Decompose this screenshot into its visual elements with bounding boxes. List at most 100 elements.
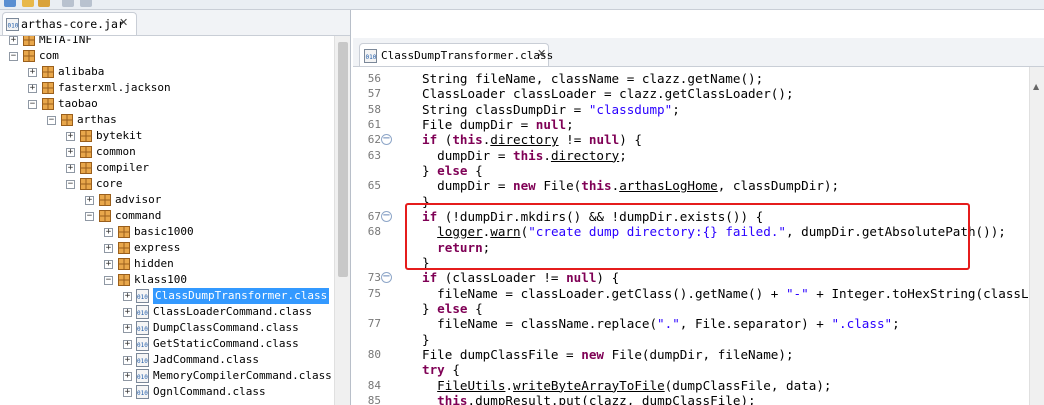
- class-file-icon: 010: [136, 305, 149, 319]
- forward-arrow-icon[interactable]: [80, 0, 92, 7]
- toolbar: [0, 0, 1044, 10]
- collapse-toggle-icon[interactable]: −: [66, 180, 75, 189]
- editor-scrollbar[interactable]: ▲: [1029, 67, 1044, 405]
- tree-class-item[interactable]: +010 JadCommand.class: [0, 352, 333, 368]
- tree-package-item[interactable]: + advisor: [0, 192, 333, 208]
- tree-item-label: META-INF: [39, 36, 92, 46]
- jar-file-icon: 010: [6, 18, 19, 31]
- tab-classdumptransformer[interactable]: 010 ClassDumpTransformer.class ✕: [359, 43, 553, 66]
- collapse-toggle-icon[interactable]: −: [28, 100, 37, 109]
- package-icon: [23, 50, 35, 62]
- tree-item-label: GetStaticCommand.class: [153, 337, 299, 350]
- package-icon: [99, 210, 111, 222]
- tree-item-label: command: [115, 209, 162, 222]
- class-file-icon: 010: [136, 385, 149, 399]
- back-arrow-icon[interactable]: [62, 0, 74, 7]
- tree-item-label: common: [96, 145, 136, 158]
- fold-toggle-icon[interactable]: −: [381, 272, 392, 284]
- left-tab-bar: 010 arthas-core.jar ✕: [0, 10, 350, 36]
- expand-toggle-icon[interactable]: +: [123, 388, 132, 397]
- expand-toggle-icon[interactable]: +: [66, 132, 75, 141]
- package-icon: [118, 226, 130, 238]
- tree-package-item[interactable]: − klass100: [0, 272, 333, 288]
- tree-class-item[interactable]: +010 GetStaticCommand.class: [0, 336, 333, 352]
- scroll-up-arrow-icon[interactable]: ▲: [1033, 82, 1039, 91]
- tree-item-label: MemoryCompilerCommand.class: [153, 369, 332, 382]
- expand-toggle-icon[interactable]: +: [66, 148, 75, 157]
- tree-package-item[interactable]: − taobao: [0, 96, 333, 112]
- close-editor-tab-icon[interactable]: ✕: [537, 47, 546, 60]
- code-line: File dumpClassFile = new File(dumpDir, f…: [422, 346, 794, 362]
- tree-class-item[interactable]: +010 ClassDumpTransformer.class: [0, 288, 333, 304]
- editor-tab-bar: 010 ClassDumpTransformer.class ✕: [353, 38, 1044, 67]
- expand-toggle-icon[interactable]: +: [28, 68, 37, 77]
- tree-item-label: fasterxml.jackson: [58, 81, 171, 94]
- svg-text:010: 010: [137, 294, 148, 301]
- open-folder-icon[interactable]: [22, 0, 34, 7]
- tree-package-item[interactable]: + express: [0, 240, 333, 256]
- tree-package-item[interactable]: + alibaba: [0, 64, 333, 80]
- tree-class-item[interactable]: +010 DumpClassCommand.class: [0, 320, 333, 336]
- new-icon[interactable]: [4, 0, 16, 7]
- class-file-icon: 010: [136, 353, 149, 367]
- tree-package-item[interactable]: − core: [0, 176, 333, 192]
- collapse-toggle-icon[interactable]: −: [85, 212, 94, 221]
- tree-item-label: taobao: [58, 97, 98, 110]
- expand-toggle-icon[interactable]: +: [123, 292, 132, 301]
- tree-package-item[interactable]: − arthas: [0, 112, 333, 128]
- svg-text:010: 010: [137, 310, 148, 317]
- close-tab-icon[interactable]: ✕: [119, 16, 128, 29]
- fold-toggle-icon[interactable]: −: [381, 210, 392, 222]
- tree-package-item[interactable]: + META-INF: [0, 36, 333, 48]
- package-icon: [99, 194, 111, 206]
- wand-icon[interactable]: [38, 0, 50, 7]
- expand-toggle-icon[interactable]: +: [28, 84, 37, 93]
- tree-package-item[interactable]: + hidden: [0, 256, 333, 272]
- code-line: dumpDir = new File(this.arthasLogHome, c…: [422, 178, 840, 194]
- tab-arthas-core-jar[interactable]: 010 arthas-core.jar ✕: [2, 12, 137, 35]
- expand-toggle-icon[interactable]: +: [123, 372, 132, 381]
- package-icon: [118, 258, 130, 270]
- tree-class-item[interactable]: +010 ClassLoaderCommand.class: [0, 304, 333, 320]
- package-icon: [80, 162, 92, 174]
- tree-class-item[interactable]: +010 MemoryCompilerCommand.class: [0, 368, 333, 384]
- code-line: fileName = className.replace(".", File.s…: [422, 316, 900, 332]
- package-icon: [42, 98, 54, 110]
- tree-item-label: express: [134, 241, 181, 254]
- tree-package-item[interactable]: + bytekit: [0, 128, 333, 144]
- expand-toggle-icon[interactable]: +: [104, 228, 113, 237]
- collapse-toggle-icon[interactable]: −: [9, 52, 18, 61]
- package-icon: [80, 178, 92, 190]
- tree-item-label: core: [96, 177, 123, 190]
- expand-toggle-icon[interactable]: +: [9, 36, 18, 45]
- svg-text:010: 010: [137, 342, 148, 349]
- tab-label: arthas-core.jar: [21, 17, 125, 31]
- expand-toggle-icon[interactable]: +: [123, 340, 132, 349]
- tree-package-item[interactable]: + compiler: [0, 160, 333, 176]
- tree-scrollbar[interactable]: [334, 36, 350, 405]
- class-file-icon: 010: [364, 49, 377, 63]
- package-icon: [42, 82, 54, 94]
- expand-toggle-icon[interactable]: +: [123, 308, 132, 317]
- tree-package-item[interactable]: + fasterxml.jackson: [0, 80, 333, 96]
- expand-toggle-icon[interactable]: +: [123, 356, 132, 365]
- expand-toggle-icon[interactable]: +: [66, 164, 75, 173]
- expand-toggle-icon[interactable]: +: [104, 244, 113, 253]
- collapse-toggle-icon[interactable]: −: [47, 116, 56, 125]
- expand-toggle-icon[interactable]: +: [123, 324, 132, 333]
- tree-scrollbar-thumb[interactable]: [338, 42, 348, 277]
- package-icon: [118, 274, 130, 286]
- svg-text:010: 010: [137, 358, 148, 365]
- expand-toggle-icon[interactable]: +: [104, 260, 113, 269]
- expand-toggle-icon[interactable]: +: [85, 196, 94, 205]
- collapse-toggle-icon[interactable]: −: [104, 276, 113, 285]
- package-icon: [42, 66, 54, 78]
- tree-package-item[interactable]: + basic1000: [0, 224, 333, 240]
- tree-class-item[interactable]: +010 OgnlCommand.class: [0, 384, 333, 400]
- tree-item-label: advisor: [115, 193, 162, 206]
- fold-toggle-icon[interactable]: −: [381, 134, 392, 146]
- tree-item-label: bytekit: [96, 129, 143, 142]
- tree-package-item[interactable]: − com: [0, 48, 333, 64]
- tree-package-item[interactable]: − command: [0, 208, 333, 224]
- tree-package-item[interactable]: + common: [0, 144, 333, 160]
